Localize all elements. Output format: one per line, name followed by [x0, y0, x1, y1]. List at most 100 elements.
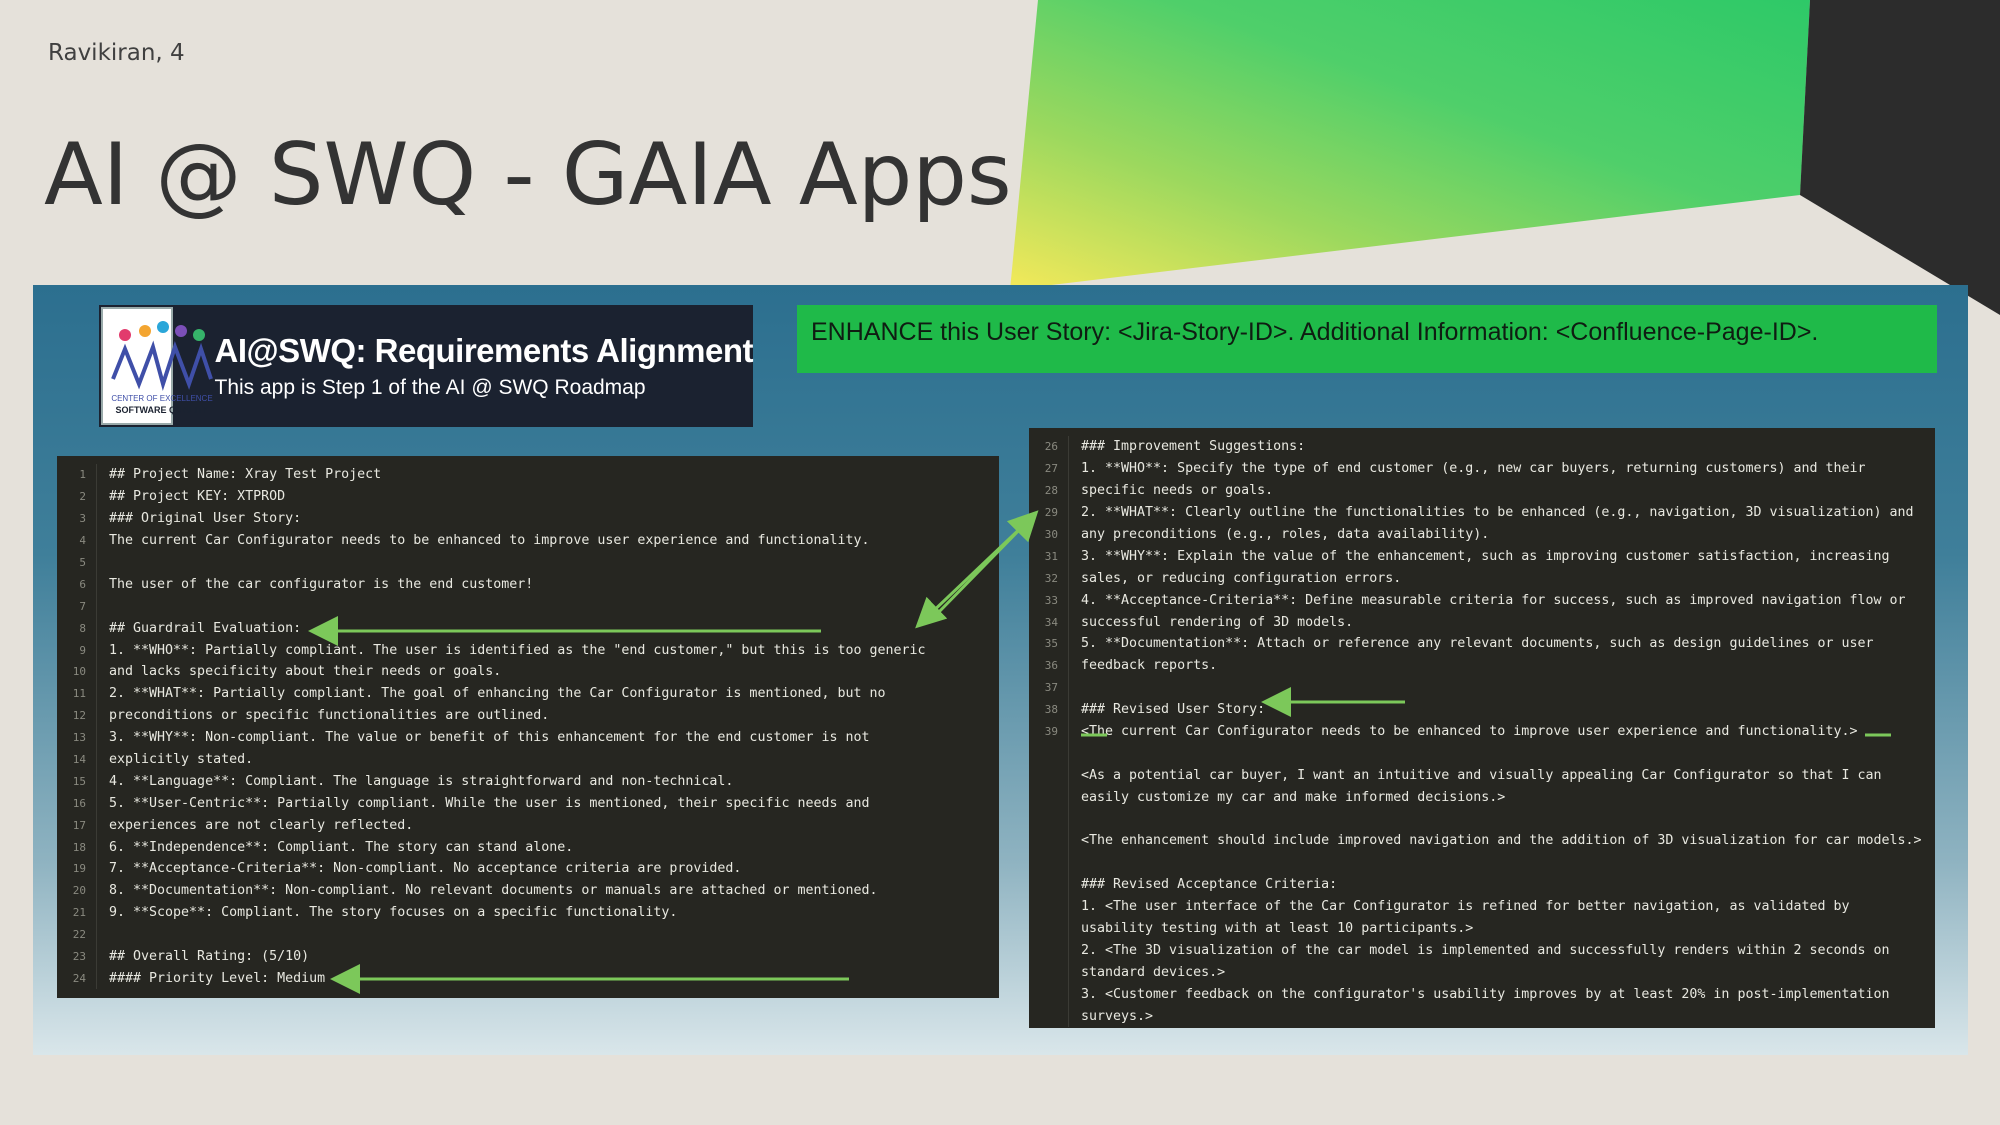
improvement-suggestions-output: 26 ### Improvement Suggestions: 27 1. **WHO… [1029, 428, 1935, 1028]
code-line: 33 4. **Acceptance-Criteria**: Define mea… [1029, 589, 1935, 612]
code-line: 39 <The current Car Configurator needs to… [1029, 720, 1935, 743]
line-number [1029, 939, 1069, 962]
line-number: 5 [57, 551, 97, 574]
author-label: Ravikiran, 4 [48, 40, 185, 66]
code-line: 17 experiences are not clearly reflected. [57, 814, 999, 837]
code-line: 30 any preconditions (e.g., roles, data a… [1029, 523, 1935, 546]
line-number: 17 [57, 814, 97, 837]
code-text: 5. **User-Centric**: Partially compliant… [109, 795, 870, 811]
line-number: 38 [1029, 698, 1069, 721]
code-text: 8. **Documentation**: Non-compliant. No … [109, 883, 878, 899]
line-number: 31 [1029, 545, 1069, 568]
code-line: 10 and lacks specificity about their need… [57, 661, 999, 683]
code-line: <The enhancement should include improved… [1029, 830, 1935, 852]
line-number: 32 [1029, 567, 1069, 590]
code-text: 3. **WHY**: Explain the value of the enh… [1081, 548, 1890, 564]
code-line: 15 4. **Language**: Compliant. The langua… [57, 770, 999, 793]
code-text: explicitly stated. [109, 752, 254, 768]
code-line: 31 3. **WHY**: Explain the value of the e… [1029, 545, 1935, 568]
line-number [1029, 830, 1069, 852]
line-number: 20 [57, 879, 97, 902]
code-text: 2. <The 3D visualization of the car mode… [1081, 942, 1890, 958]
code-text: successful rendering of 3D models. [1081, 614, 1354, 630]
code-line: 1 ## Project Name: Xray Test Project [57, 464, 999, 486]
line-number: 4 [57, 529, 97, 552]
code-line [1029, 808, 1935, 831]
code-line: standard devices.> [1029, 961, 1935, 984]
code-text: ## Project Name: Xray Test Project [109, 467, 382, 483]
logo-text-line2: SOFTWARE QUALITY [116, 405, 209, 415]
code-text: and lacks specificity about their needs … [109, 664, 502, 680]
line-number [1029, 917, 1069, 940]
code-line: 14 explicitly stated. [57, 748, 999, 771]
app-header: CENTER OF EXCELLENCE SOFTWARE QUALITY AI… [99, 305, 753, 427]
code-line: 29 2. **WHAT**: Clearly outline the funct… [1029, 501, 1935, 524]
code-line: 24 #### Priority Level: Medium [57, 967, 999, 990]
code-text: standard devices.> [1081, 964, 1226, 980]
line-number: 35 [1029, 633, 1069, 655]
code-text: surveys.> [1081, 1008, 1154, 1024]
code-line: 21 9. **Scope**: Compliant. The story foc… [57, 901, 999, 924]
code-line: 2. <The 3D visualization of the car mode… [1029, 939, 1935, 962]
coe-logo: CENTER OF EXCELLENCE SOFTWARE QUALITY [101, 307, 213, 425]
line-number: 12 [57, 704, 97, 727]
code-line: 2 ## Project KEY: XTPROD [57, 485, 999, 508]
code-text: The user of the car configurator is the … [109, 576, 534, 592]
code-line: 19 7. **Acceptance-Criteria**: Non-compli… [57, 858, 999, 880]
screenshot-panel: CENTER OF EXCELLENCE SOFTWARE QUALITY AI… [33, 285, 1968, 1055]
code-line: usability testing with at least 10 parti… [1029, 917, 1935, 940]
code-text: 4. **Acceptance-Criteria**: Define measu… [1081, 592, 1906, 608]
line-number: 15 [57, 770, 97, 793]
code-text: specific needs or goals. [1081, 483, 1274, 499]
line-number: 22 [57, 923, 97, 946]
code-line: 7 [57, 595, 999, 618]
prompt-bar[interactable]: ENHANCE this User Story: <Jira-Story-ID>… [797, 305, 1937, 373]
code-line: 3. <Customer feedback on the configurato… [1029, 983, 1935, 1006]
line-number [1029, 764, 1069, 787]
code-line: 37 [1029, 676, 1935, 699]
line-number: 14 [57, 748, 97, 771]
code-text: easily customize my car and make informe… [1081, 789, 1506, 805]
code-line: 28 specific needs or goals. [1029, 479, 1935, 502]
code-line: 32 sales, or reducing configuration error… [1029, 567, 1935, 590]
line-number [1029, 983, 1069, 1006]
code-line: 16 5. **User-Centric**: Partially complia… [57, 792, 999, 815]
line-number: 26 [1029, 436, 1069, 458]
code-line: ### Revised Acceptance Criteria: [1029, 873, 1935, 896]
guardrail-evaluation-output: 1 ## Project Name: Xray Test Project 2 ## P… [57, 456, 999, 998]
line-number: 28 [1029, 479, 1069, 502]
code-line: 4 The current Car Configurator needs to b… [57, 529, 999, 552]
line-number: 13 [57, 726, 97, 749]
code-text: <The current Car Configurator needs to b… [1081, 724, 1858, 740]
code-text: sales, or reducing configuration errors. [1081, 570, 1402, 586]
code-text: usability testing with at least 10 parti… [1081, 921, 1474, 937]
line-number: 9 [57, 639, 97, 662]
logo-text-line1: CENTER OF EXCELLENCE [111, 394, 212, 403]
line-number: 24 [57, 967, 97, 990]
code-text: ### Revised Acceptance Criteria: [1081, 877, 1338, 893]
code-text: 3. **WHY**: Non-compliant. The value or … [109, 730, 870, 746]
line-number: 1 [57, 464, 97, 486]
line-number [1029, 742, 1069, 765]
line-number [1029, 786, 1069, 809]
code-line: 22 [57, 923, 999, 946]
code-text: ### Improvement Suggestions: [1081, 439, 1306, 455]
line-number: 39 [1029, 720, 1069, 743]
code-text: ## Guardrail Evaluation: [109, 620, 302, 636]
code-text: 7. **Acceptance-Criteria**: Non-complian… [109, 861, 742, 877]
line-number: 29 [1029, 501, 1069, 524]
line-number [1029, 873, 1069, 896]
code-text: 1. <The user interface of the Car Config… [1081, 899, 1850, 915]
code-text: 1. **WHO**: Partially compliant. The use… [109, 642, 926, 658]
line-number: 34 [1029, 611, 1069, 634]
code-text: feedback reports. [1081, 658, 1218, 674]
code-text: ### Revised User Story: [1081, 702, 1266, 718]
line-number: 36 [1029, 654, 1069, 677]
line-number: 11 [57, 682, 97, 705]
code-line: 5 [57, 551, 999, 574]
code-line: 12 preconditions or specific functionalit… [57, 704, 999, 727]
line-number: 18 [57, 836, 97, 859]
code-line: 20 8. **Documentation**: Non-compliant. N… [57, 879, 999, 902]
code-line: 36 feedback reports. [1029, 654, 1935, 677]
line-number: 16 [57, 792, 97, 815]
